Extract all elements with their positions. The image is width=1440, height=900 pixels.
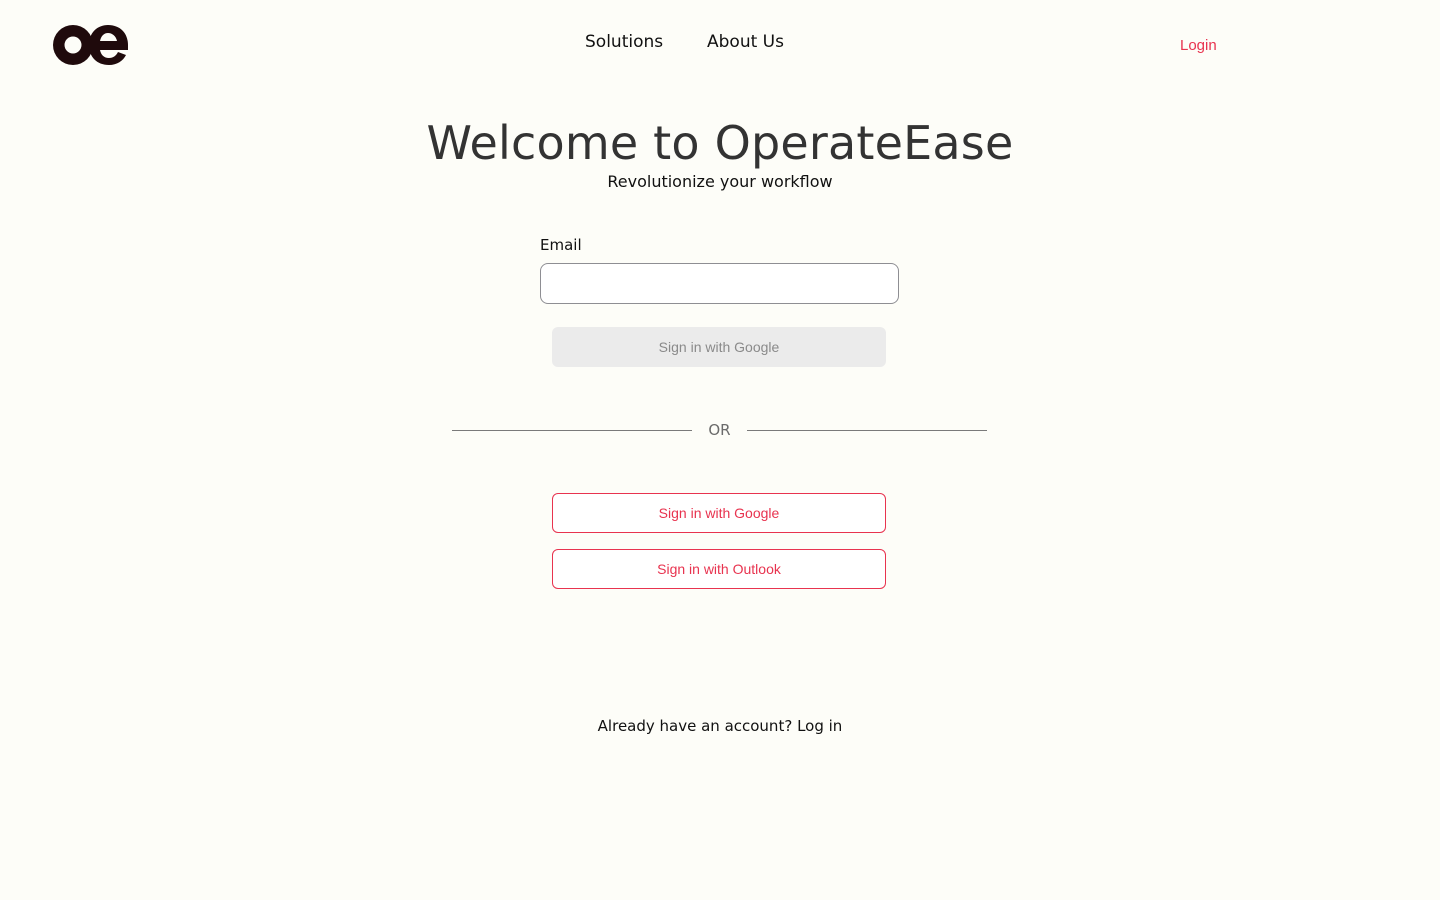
sign-in-outlook-button[interactable]: Sign in with Outlook	[552, 549, 886, 589]
email-field[interactable]	[540, 263, 899, 304]
nav-about-us[interactable]: About Us	[707, 32, 784, 52]
divider-line-right	[747, 430, 987, 431]
page-title: Welcome to OperateEase	[426, 116, 1014, 170]
nav-solutions[interactable]: Solutions	[585, 32, 663, 52]
page-subtitle: Revolutionize your workflow	[607, 172, 833, 191]
log-in-link[interactable]: Log in	[797, 717, 842, 735]
header-login-link[interactable]: Login	[1180, 37, 1217, 54]
email-sign-in-button[interactable]: Sign in with Google	[552, 327, 886, 367]
sign-in-google-button[interactable]: Sign in with Google	[552, 493, 886, 533]
main-nav: Solutions About Us	[0, 32, 1440, 58]
login-prompt: Already have an account? Log in	[0, 717, 1440, 735]
divider-or-text: OR	[708, 421, 731, 439]
email-label: Email	[540, 236, 582, 254]
divider-line-left	[452, 430, 692, 431]
login-prompt-text: Already have an account?	[597, 717, 793, 735]
login-page: Solutions About Us Login Welcome to Oper…	[0, 0, 1440, 900]
